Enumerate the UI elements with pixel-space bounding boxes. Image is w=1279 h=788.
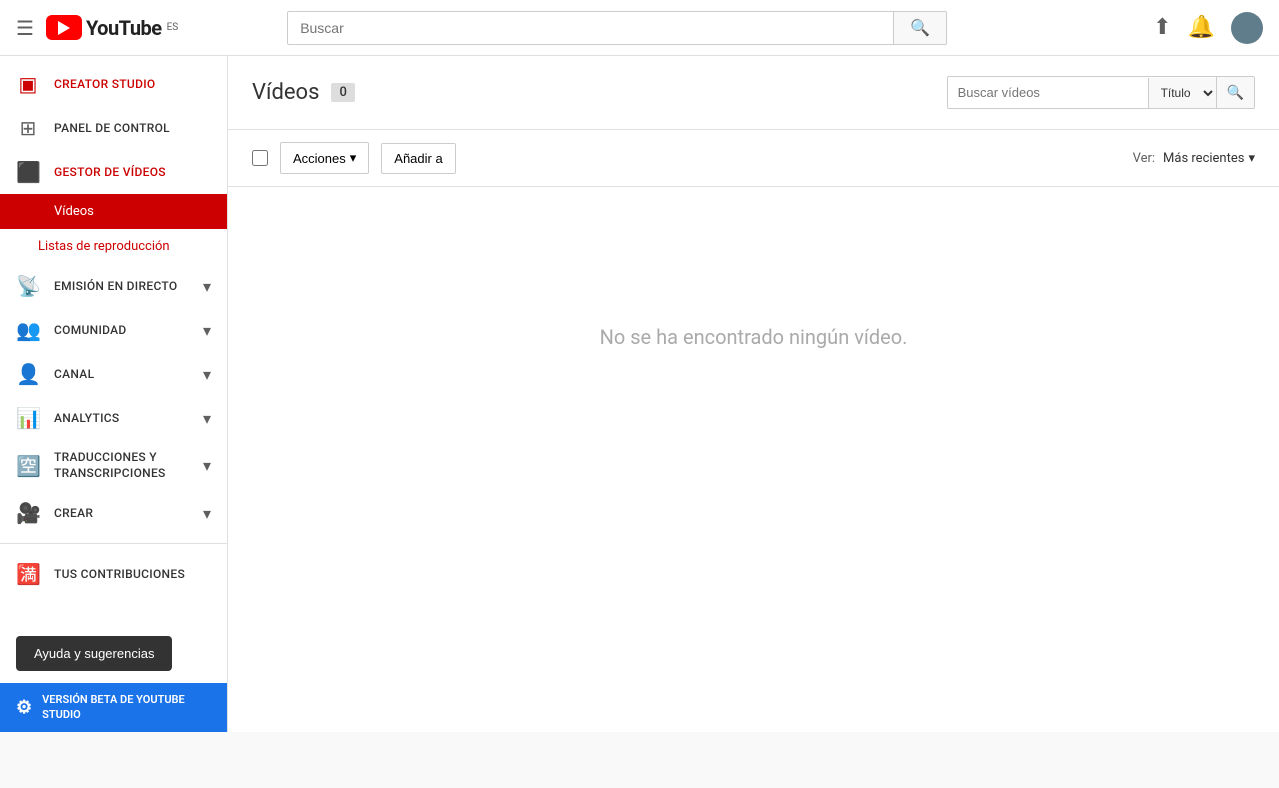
emision-icon: 📡 [16,274,40,298]
toolbar: Acciones ▾ Añadir a Ver: Más recientes ▾ [228,130,1279,187]
sidebar-item-gestor[interactable]: ⬛ GESTOR DE VÍDEOS [0,150,227,194]
playlists-label: Listas de reproducción [30,239,211,254]
gear-icon: ⚙ [16,697,32,718]
panel-label: PANEL DE CONTROL [54,121,211,135]
traducciones-icon: 🈳 [16,454,40,478]
view-sort-container: Ver: Más recientes ▾ [1133,151,1255,166]
actions-chevron: ▾ [350,150,357,166]
creator-studio-label: CREATOR STUDIO [54,77,211,91]
upload-icon[interactable]: ⬆ [1153,15,1171,40]
emision-chevron: ▾ [203,277,211,296]
main-content: Vídeos 0 Título 🔍 Acciones ▾ Añadir a Ve… [228,56,1279,732]
sidebar-bottom: Ayuda y sugerencias [0,624,227,683]
sidebar-item-videos[interactable]: Vídeos [0,194,227,229]
sort-chevron: ▾ [1248,151,1255,166]
sort-label: Más recientes [1163,151,1244,166]
sidebar-item-crear[interactable]: 🎥 CREAR ▾ [0,491,227,535]
help-button[interactable]: Ayuda y sugerencias [16,636,172,671]
search-bar: 🔍 [287,11,947,45]
traducciones-label: TRADUCCIONES Y TRANSCRIPCIONES [54,450,189,481]
sidebar-item-creator-studio: ▣ CREATOR STUDIO [0,56,227,106]
analytics-icon: 📊 [16,406,40,430]
canal-icon: 👤 [16,362,40,386]
empty-message: No se ha encontrado ningún vídeo. [600,325,908,349]
yt-logo-icon [46,15,82,40]
yt-logo-text: YouTube [86,16,162,40]
beta-label: VERSIÓN BETA DE YOUTUBE STUDIO [42,693,211,722]
search-input[interactable] [287,11,893,45]
select-all-checkbox[interactable] [252,150,268,166]
traducciones-chevron: ▾ [203,456,211,475]
hamburger-icon[interactable]: ☰ [16,16,34,40]
crear-label: CREAR [54,506,189,520]
contribuciones-icon: 🈵 [16,562,40,586]
actions-label: Acciones [293,151,346,166]
analytics-chevron: ▾ [203,409,211,428]
crear-chevron: ▾ [203,504,211,523]
youtube-logo[interactable]: YouTube ES [46,15,178,40]
videos-header: Vídeos 0 Título 🔍 [228,56,1279,130]
empty-state: No se ha encontrado ningún vídeo. [228,187,1279,487]
sort-dropdown[interactable]: Más recientes ▾ [1163,151,1255,166]
sidebar-item-traducciones[interactable]: 🈳 TRADUCCIONES Y TRANSCRIPCIONES ▾ [0,440,227,491]
panel-icon: ⊞ [16,116,40,140]
top-header: ☰ YouTube ES 🔍 ⬆ 🔔 [0,0,1279,56]
header-right: ⬆ 🔔 [1153,12,1263,44]
sidebar-divider [0,543,227,544]
bell-icon[interactable]: 🔔 [1188,15,1215,40]
view-label: Ver: [1133,151,1155,166]
add-to-button[interactable]: Añadir a [381,143,455,174]
avatar[interactable] [1231,12,1263,44]
header-left: ☰ YouTube ES [16,15,178,40]
layout: ▣ CREATOR STUDIO ⊞ PANEL DE CONTROL ⬛ GE… [0,56,1279,732]
search-videos-container: Título 🔍 [947,76,1255,109]
gestor-label: GESTOR DE VÍDEOS [54,165,211,179]
search-videos-filter[interactable]: Título [1148,78,1216,108]
videos-label: Vídeos [16,204,211,219]
emision-label: EMISIÓN EN DIRECTO [54,279,189,293]
creator-studio-icon: ▣ [16,72,40,96]
videos-title: Vídeos [252,80,319,105]
sidebar-item-contribuciones[interactable]: 🈵 TUS CONTRIBUCIONES [0,552,227,596]
sidebar-item-canal[interactable]: 👤 CANAL ▾ [0,352,227,396]
sidebar-item-panel[interactable]: ⊞ PANEL DE CONTROL [0,106,227,150]
gestor-icon: ⬛ [16,160,40,184]
comunidad-icon: 👥 [16,318,40,342]
sidebar-item-emision[interactable]: 📡 EMISIÓN EN DIRECTO ▾ [0,264,227,308]
canal-chevron: ▾ [203,365,211,384]
beta-bar[interactable]: ⚙ VERSIÓN BETA DE YOUTUBE STUDIO [0,683,227,732]
crear-icon: 🎥 [16,501,40,525]
sidebar-item-playlists[interactable]: Listas de reproducción [0,229,227,264]
comunidad-label: COMUNIDAD [54,323,189,337]
comunidad-chevron: ▾ [203,321,211,340]
sidebar-item-comunidad[interactable]: 👥 COMUNIDAD ▾ [0,308,227,352]
yt-lang: ES [167,22,179,33]
search-videos-input[interactable] [948,78,1148,107]
search-button[interactable]: 🔍 [893,11,947,45]
sidebar-item-analytics[interactable]: 📊 ANALYTICS ▾ [0,396,227,440]
contribuciones-label: TUS CONTRIBUCIONES [54,567,185,581]
sidebar: ▣ CREATOR STUDIO ⊞ PANEL DE CONTROL ⬛ GE… [0,56,228,732]
search-videos-button[interactable]: 🔍 [1216,77,1254,108]
videos-count-badge: 0 [331,83,354,102]
actions-button[interactable]: Acciones ▾ [280,142,369,174]
analytics-label: ANALYTICS [54,411,189,425]
canal-label: CANAL [54,367,189,381]
